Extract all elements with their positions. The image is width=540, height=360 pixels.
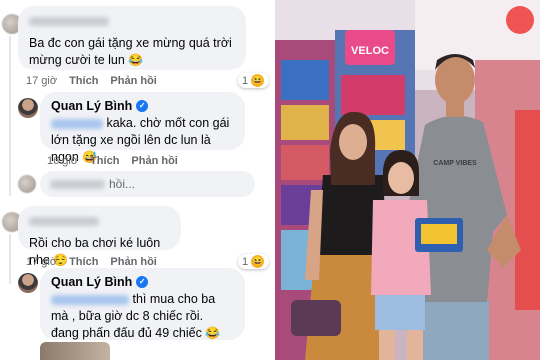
haha-reaction-icon: 😆	[251, 74, 265, 87]
comment-meta: 17 giờ Thích Phản hồi	[26, 256, 157, 268]
mention-tag[interactable]	[51, 294, 129, 305]
reaction-count: 1	[242, 74, 249, 87]
reply-placeholder: hồi...	[109, 177, 136, 191]
toy-box	[341, 75, 405, 115]
toy-car	[421, 224, 457, 244]
reply-button[interactable]: Phản hồi	[110, 256, 156, 268]
avatar[interactable]	[18, 273, 38, 293]
mention-tag[interactable]	[51, 118, 103, 129]
toy-box	[281, 145, 329, 180]
handbag	[291, 300, 341, 336]
comment-text: thì mua cho ba mà , bữa giờ dc 8 chiếc r…	[51, 292, 221, 340]
current-user-avatar	[18, 175, 36, 193]
reaction-summary[interactable]: 1 😆	[238, 254, 270, 269]
comment-meta: 17 giờ Thích Phản hồi	[26, 75, 157, 87]
store-sign-text: VELOC	[351, 45, 389, 57]
comment-author-name[interactable]	[29, 213, 170, 231]
family-photo: VELOC CAMP VIBES	[275, 0, 540, 360]
reply-bubble: Quan Lý Bình ✓ kaka. chờ mốt con gái lớn…	[40, 92, 245, 164]
shirt-text: CAMP VIBES	[433, 160, 477, 167]
reaction-count: 1	[242, 255, 249, 268]
comment-author-name[interactable]: Quan Lý Bình ✓	[51, 99, 234, 113]
attached-image-thumbnail[interactable]	[40, 342, 110, 360]
comment-time[interactable]: 17 giờ	[26, 75, 57, 87]
comment-meta: 16 giờ Thích Phản hồi	[47, 155, 178, 167]
reaction-summary[interactable]: 1 😆	[238, 73, 270, 88]
toy-box	[515, 110, 540, 310]
verified-badge-icon: ✓	[136, 276, 149, 288]
like-button[interactable]: Thích	[69, 256, 98, 268]
thread-line	[9, 36, 11, 196]
verified-badge-icon: ✓	[136, 100, 149, 112]
avatar[interactable]	[18, 98, 38, 118]
like-button[interactable]: Thích	[90, 155, 119, 167]
reply-button[interactable]: Phản hồi	[110, 75, 156, 87]
like-button[interactable]: Thích	[69, 75, 98, 87]
toy-box	[281, 60, 329, 100]
lollipop-decoration	[506, 6, 534, 34]
comment-time[interactable]: 17 giờ	[26, 256, 57, 268]
rolling-laughing-emoji: 😂	[128, 53, 144, 67]
rolling-laughing-emoji: 😂	[205, 326, 221, 340]
comment-author-name[interactable]: Quan Lý Bình ✓	[51, 275, 234, 289]
comment-author-name[interactable]	[29, 13, 235, 31]
comment-bubble: Ba đc con gái tặng xe mừng quá trời mừng…	[18, 6, 246, 70]
reply-bubble: Quan Lý Bình ✓ thì mua cho ba mà , bữa g…	[40, 268, 245, 340]
comment-bubble: Rồi cho ba chơi ké luôn nhe 😌	[18, 206, 181, 267]
comment-thread: Ba đc con gái tặng xe mừng quá trời mừng…	[0, 0, 270, 360]
reply-input[interactable]: hồi...	[40, 171, 255, 197]
thread-line	[9, 234, 11, 284]
haha-reaction-icon: 😆	[251, 255, 265, 268]
comment-text: Ba đc con gái tặng xe mừng quá trời mừng…	[29, 36, 232, 67]
comment-time[interactable]: 16 giờ	[47, 155, 78, 167]
reply-button[interactable]: Phản hồi	[131, 155, 177, 167]
toy-box	[281, 105, 329, 140]
